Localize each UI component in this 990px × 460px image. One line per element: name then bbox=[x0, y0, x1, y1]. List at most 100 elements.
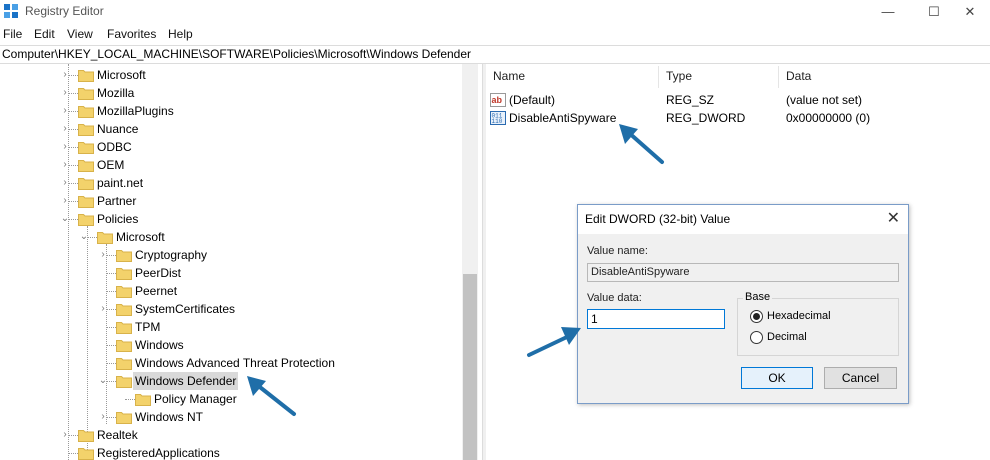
value-type: REG_SZ bbox=[666, 93, 715, 107]
value-name: DisableAntiSpyware bbox=[509, 111, 617, 125]
column-separator[interactable] bbox=[778, 66, 779, 88]
folder-icon bbox=[97, 232, 113, 244]
arrow-pointer-icon bbox=[247, 376, 296, 416]
tree-item-label[interactable]: Peernet bbox=[133, 282, 179, 300]
tree-item[interactable]: RegisteredApplications bbox=[0, 444, 462, 460]
tree-item-label[interactable]: Policy Manager bbox=[152, 390, 239, 408]
value-name-field: DisableAntiSpyware bbox=[587, 263, 899, 282]
tree-item[interactable]: ⌄ Policies bbox=[0, 210, 462, 228]
dword-value-icon: 011 110 bbox=[490, 111, 506, 125]
tree-item[interactable]: › MozillaPlugins bbox=[0, 102, 462, 120]
folder-icon bbox=[78, 160, 94, 172]
base-label: Base bbox=[743, 291, 773, 303]
tree-item[interactable]: Windows bbox=[0, 336, 462, 354]
menu-view[interactable]: View bbox=[67, 27, 93, 41]
radio-decimal[interactable] bbox=[750, 331, 763, 344]
tree-item-label[interactable]: TPM bbox=[133, 318, 162, 336]
value-data-label: Value data: bbox=[587, 292, 642, 304]
tree-item-label[interactable]: SystemCertificates bbox=[133, 300, 237, 318]
tree-item-label[interactable]: Windows NT bbox=[133, 408, 205, 426]
tree-item[interactable]: › Cryptography bbox=[0, 246, 462, 264]
tree-item[interactable]: Policy Manager bbox=[0, 390, 462, 408]
tree-item[interactable]: › paint.net bbox=[0, 174, 462, 192]
value-data: 0x00000000 (0) bbox=[786, 111, 871, 125]
column-separator[interactable] bbox=[658, 66, 659, 88]
column-header-data[interactable]: Data bbox=[786, 69, 811, 83]
tree-item-label[interactable]: Mozilla bbox=[95, 84, 136, 102]
tree-item-label[interactable]: PeerDist bbox=[133, 264, 183, 282]
menu-file[interactable]: File bbox=[3, 27, 22, 41]
tree-pane: › Microsoft › Mozilla › MozillaPlugins › Nuance… bbox=[0, 64, 482, 460]
tree-item-label[interactable]: Policies bbox=[95, 210, 140, 228]
tree-item-label[interactable]: Windows Advanced Threat Protection bbox=[133, 354, 337, 372]
menu-help[interactable]: Help bbox=[168, 27, 193, 41]
tree-item-label[interactable]: Realtek bbox=[95, 426, 140, 444]
close-button[interactable]: ✕ bbox=[950, 2, 990, 22]
folder-icon bbox=[116, 250, 132, 262]
column-header-type[interactable]: Type bbox=[666, 69, 692, 83]
radio-decimal-label[interactable]: Decimal bbox=[767, 331, 807, 343]
tree-item[interactable]: › Windows NT bbox=[0, 408, 462, 426]
title-bar: Registry Editor — ☐ ✕ bbox=[0, 0, 990, 24]
arrow-pointer-icon bbox=[527, 327, 581, 357]
tree-item-label[interactable]: Cryptography bbox=[133, 246, 209, 264]
tree-item[interactable]: › OEM bbox=[0, 156, 462, 174]
folder-icon bbox=[78, 430, 94, 442]
tree-item[interactable]: ⌄ Microsoft bbox=[0, 228, 462, 246]
dialog-close-icon[interactable]: ✕ bbox=[887, 208, 900, 228]
edit-dword-dialog: Edit DWORD (32-bit) Value ✕ Value name: … bbox=[577, 204, 909, 404]
tree-item[interactable]: › SystemCertificates bbox=[0, 300, 462, 318]
tree-scrollbar[interactable] bbox=[462, 64, 478, 460]
radio-hexadecimal-label[interactable]: Hexadecimal bbox=[767, 310, 831, 322]
tree-item[interactable]: › ODBC bbox=[0, 138, 462, 156]
folder-icon bbox=[78, 214, 94, 226]
tree-item[interactable]: PeerDist bbox=[0, 264, 462, 282]
tree-item-label[interactable]: Windows bbox=[133, 336, 186, 354]
value-data-input[interactable]: 1 bbox=[587, 309, 725, 329]
tree-item[interactable]: ⌄ Windows Defender bbox=[0, 372, 462, 390]
maximize-button[interactable]: ☐ bbox=[914, 2, 954, 22]
minimize-button[interactable]: — bbox=[868, 2, 908, 22]
tree-item[interactable]: › Mozilla bbox=[0, 84, 462, 102]
tree-item[interactable]: TPM bbox=[0, 318, 462, 336]
tree-item-label[interactable]: Nuance bbox=[95, 120, 140, 138]
tree-item[interactable]: › Partner bbox=[0, 192, 462, 210]
tree-item-label[interactable]: MozillaPlugins bbox=[95, 102, 176, 120]
tree-item-label[interactable]: RegisteredApplications bbox=[95, 444, 222, 460]
address-bar[interactable]: Computer\HKEY_LOCAL_MACHINE\SOFTWARE\Pol… bbox=[0, 45, 990, 64]
folder-icon bbox=[78, 178, 94, 190]
dialog-title: Edit DWORD (32-bit) Value bbox=[585, 212, 731, 226]
folder-icon bbox=[78, 88, 94, 100]
svg-text:ab: ab bbox=[492, 95, 503, 105]
registry-editor-icon bbox=[4, 4, 18, 18]
folder-icon bbox=[78, 142, 94, 154]
tree-item-label[interactable]: Microsoft bbox=[95, 66, 148, 84]
menu-edit[interactable]: Edit bbox=[34, 27, 55, 41]
radio-hexadecimal[interactable] bbox=[750, 310, 763, 323]
menu-bar: File Edit View Favorites Help bbox=[0, 26, 990, 44]
folder-icon bbox=[78, 124, 94, 136]
menu-favorites[interactable]: Favorites bbox=[107, 27, 156, 41]
tree-item-label[interactable]: paint.net bbox=[95, 174, 145, 192]
value-row[interactable]: ab (Default) REG_SZ (value not set) bbox=[490, 91, 970, 109]
tree-item[interactable]: › Realtek bbox=[0, 426, 462, 444]
folder-icon bbox=[116, 340, 132, 352]
tree-item-label[interactable]: Partner bbox=[95, 192, 138, 210]
tree-item[interactable]: Peernet bbox=[0, 282, 462, 300]
value-row[interactable]: 011 110 DisableAntiSpyware REG_DWORD 0x0… bbox=[490, 109, 970, 127]
ok-button[interactable]: OK bbox=[741, 367, 813, 389]
tree-item[interactable]: › Nuance bbox=[0, 120, 462, 138]
tree-item-label[interactable]: OEM bbox=[95, 156, 126, 174]
tree-item-label[interactable]: ODBC bbox=[95, 138, 134, 156]
scrollbar-thumb[interactable] bbox=[463, 274, 477, 460]
tree-item[interactable]: Windows Advanced Threat Protection bbox=[0, 354, 462, 372]
tree-item-label[interactable]: Microsoft bbox=[114, 228, 167, 246]
arrow-pointer-icon bbox=[619, 124, 664, 164]
column-header-name[interactable]: Name bbox=[493, 69, 525, 83]
tree-item-label[interactable]: Windows Defender bbox=[133, 372, 239, 390]
folder-icon bbox=[78, 448, 94, 460]
tree-item[interactable]: › Microsoft bbox=[0, 66, 462, 84]
value-name-label: Value name: bbox=[587, 245, 648, 257]
cancel-button[interactable]: Cancel bbox=[824, 367, 897, 389]
folder-icon bbox=[116, 376, 132, 388]
